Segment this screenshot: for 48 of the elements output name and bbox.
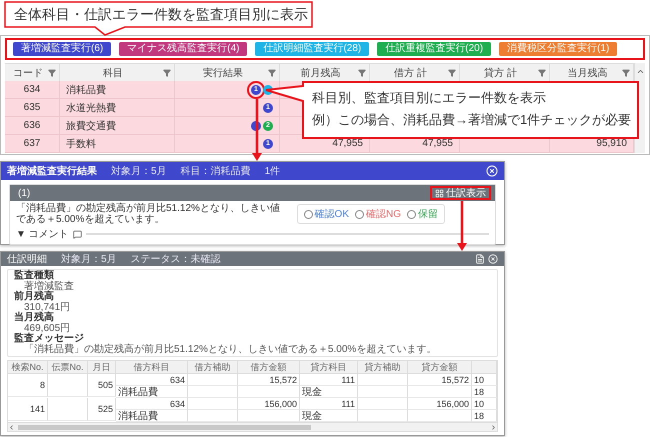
callout-text: 科目別、監査項目別にエラー件数を表示 <box>312 89 547 107</box>
table-cell: 消耗品費 <box>116 386 188 398</box>
table-cell: 141 <box>8 398 48 421</box>
callout-text: 例）この場合、消耗品費→著増減で1件チェックが必要 <box>312 111 632 129</box>
table-cell: 現金 <box>300 410 358 422</box>
table-cell: 156,000 <box>408 398 472 410</box>
dialog-meta: 対象月：5月 <box>111 164 167 178</box>
dialog-meta: 科目：消耗品費 <box>180 164 251 178</box>
table-cell: 18 <box>472 386 497 398</box>
table-cell: 634 <box>116 398 188 410</box>
detail-value: 著増減監査 <box>24 282 75 292</box>
table-cell: 消耗品費 <box>116 410 188 422</box>
table-cell: 635 <box>5 99 60 116</box>
table-cell: 15,572 <box>408 374 472 386</box>
table-cell: 18 <box>472 410 497 422</box>
callout-text: 全体科目・仕訳エラー件数を監査項目別に表示 <box>14 6 308 24</box>
detail-label: 監査メッセージ <box>14 334 85 344</box>
result-number: (1) <box>18 188 30 198</box>
detail-label: 当月残高 <box>14 313 54 324</box>
table-cell: 636 <box>5 117 60 134</box>
dialog-title: 著増減監査実行結果 <box>7 164 97 178</box>
table-cell: 111 <box>300 398 358 410</box>
table-cell: 8 <box>8 374 48 397</box>
detail-label: 監査種類 <box>14 271 55 281</box>
table-cell: 消耗品費 <box>60 81 175 98</box>
table-cell: 525 <box>88 398 116 421</box>
table-cell: 水道光熱費 <box>60 99 175 116</box>
table-cell: 手数料 <box>60 135 175 152</box>
table-cell: 15,572 <box>238 374 300 386</box>
dialog-meta: ステータス：未確認 <box>130 252 221 266</box>
detail-value: 「消耗品費」の勘定残高が前月比51.12%となり、しきい値である＋5.00%を超えています。 <box>23 344 438 355</box>
table-cell: 156,000 <box>238 398 300 410</box>
table-cell: 現金 <box>300 386 358 398</box>
detail-label: 前月残高 <box>14 292 54 302</box>
table-cell: 634 <box>5 81 60 98</box>
table-cell: 10 <box>472 398 497 410</box>
audit-message: 「消耗品費」の勘定残高が前月比51.12%となり、しきい値である＋5.00%を超えています。 <box>16 203 281 225</box>
table-cell: 505 <box>88 374 116 397</box>
table-cell: 637 <box>5 135 60 152</box>
dialog-meta: 1件 <box>264 165 280 178</box>
dialog-meta: 対象月：5月 <box>61 252 117 266</box>
table-cell: 634 <box>116 374 188 386</box>
detail-value: 469,605円 <box>24 324 72 334</box>
table-cell: 旅費交通費 <box>60 117 175 134</box>
table-cell: 111 <box>300 374 358 386</box>
table-cell: 10 <box>472 374 497 386</box>
dialog-title: 仕訳明細 <box>7 252 47 266</box>
detail-value: 310,741円 <box>24 302 72 312</box>
